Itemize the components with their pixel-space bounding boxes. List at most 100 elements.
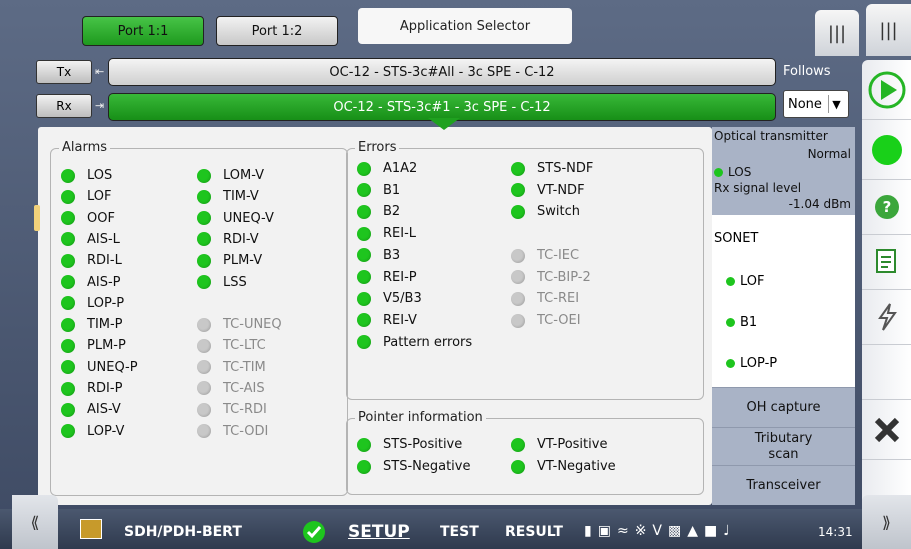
errors-group: Errors A1A2 B1 B2 REI-L B3 REI-P V5/B3 REI-V Pat…	[346, 140, 704, 400]
sonet-panel[interactable]: SONET LOF B1 LOP-P	[712, 215, 855, 387]
status-dot	[511, 204, 525, 219]
tab-result[interactable]: RESULT	[505, 524, 563, 540]
alarm-plm-p: PLM-P	[61, 338, 126, 353]
rx-button[interactable]: Rx	[36, 94, 92, 118]
status-dot	[511, 248, 525, 263]
menu-icon-2[interactable]: |||	[866, 4, 911, 56]
alarm-tc-odi: TC-ODI	[197, 424, 268, 439]
status-dot	[511, 161, 525, 176]
alarm-tim-p-label: TIM-P	[87, 317, 123, 333]
alarm-uneq-v-label: UNEQ-V	[223, 210, 274, 226]
status-dot	[511, 291, 525, 306]
application-selector-button[interactable]: Application Selector	[358, 8, 572, 44]
error-vt-ndf: VT-NDF	[511, 183, 585, 198]
close-button[interactable]	[862, 400, 911, 460]
scroll-left-button[interactable]: ⟪	[12, 495, 58, 549]
optical-transmitter-panel[interactable]: Optical transmitter Normal LOS Rx signal…	[712, 127, 855, 215]
status-dot	[61, 381, 75, 396]
tab-port-1-1[interactable]: Port 1:1	[82, 16, 204, 46]
status-dot	[357, 335, 371, 350]
pointer-sts-negative: STS-Negative	[357, 459, 470, 474]
status-dot	[357, 270, 371, 284]
alarm-ais-v-label: AIS-V	[87, 402, 121, 418]
tx-path-bar[interactable]: OC-12 - STS-3c#All - 3c SPE - C-12	[108, 58, 776, 86]
sonet-lop-p: LOP-P	[726, 356, 777, 371]
alarm-tc-ais: TC-AIS	[197, 381, 265, 396]
pointer-vt-positive-label: VT-Positive	[537, 437, 608, 452]
network-icon: ■	[704, 523, 718, 539]
pointer-vt-negative-label: VT-Negative	[537, 459, 616, 474]
tab-test[interactable]: TEST	[440, 524, 479, 540]
terminal-icon: ▩	[668, 523, 682, 539]
sonet-b1: B1	[726, 315, 757, 330]
status-dot	[61, 189, 75, 204]
error-rei-p-label: REI-P	[383, 269, 417, 285]
side-handle[interactable]	[34, 205, 40, 231]
alarms-group: Alarms LOS LOF OOF AIS-L RDI-L AIS-P LOP-P TIM-…	[50, 140, 348, 496]
error-pattern-errors-label: Pattern errors	[383, 334, 473, 350]
status-dot	[357, 437, 371, 452]
follows-select[interactable]: None ▼	[783, 90, 849, 118]
error-vt-ndf-label: VT-NDF	[537, 182, 585, 198]
report-button[interactable]	[862, 235, 911, 290]
error-tc-bip-2-label: TC-BIP-2	[537, 269, 591, 285]
status-dot	[61, 232, 75, 247]
alarm-tc-odi-label: TC-ODI	[223, 423, 269, 439]
alarm-lop-v: LOP-V	[61, 424, 124, 439]
error-tc-oei: TC-OEI	[511, 313, 581, 328]
status-dot	[61, 211, 75, 226]
status-dot	[511, 270, 525, 285]
pointer-sts-positive-label: STS-Positive	[383, 437, 463, 452]
speaker-icon: ♩	[723, 523, 730, 539]
alarm-tc-uneq: TC-UNEQ	[197, 317, 282, 332]
clock: 14:31	[818, 525, 853, 539]
error-inject-button[interactable]	[862, 290, 911, 345]
start-button[interactable]	[862, 60, 911, 120]
error-switch: Switch	[511, 204, 580, 219]
status-dot	[511, 437, 525, 452]
tx-button[interactable]: Tx	[36, 60, 92, 84]
alarm-lof-label: LOF	[87, 189, 112, 205]
alarm-ais-p: AIS-P	[61, 275, 121, 290]
alarm-uneq-p-label: UNEQ-P	[87, 359, 138, 375]
status-dot	[197, 253, 211, 268]
error-rei-l: REI-L	[357, 226, 416, 241]
oh-capture-button[interactable]: OH capture	[712, 387, 855, 427]
pointer-vt-positive: VT-Positive	[511, 437, 607, 452]
status-dot	[61, 360, 75, 375]
alarm-tc-tim-label: TC-TIM	[223, 359, 266, 375]
status-dot	[61, 168, 75, 183]
sonet-lof: LOF	[726, 274, 765, 289]
optical-los: LOS	[714, 165, 751, 179]
usb-icon: V	[652, 523, 662, 539]
status-icons: ▮ ▣ ≈ ※ V ▩ ▲ ■ ♩	[584, 522, 812, 540]
status-led	[862, 120, 911, 180]
alarm-lof: LOF	[61, 189, 112, 204]
report-icon	[875, 249, 896, 273]
transceiver-button[interactable]: Transceiver	[712, 465, 855, 505]
rx-path-bar[interactable]: OC-12 - STS-3c#1 - 3c SPE - C-12	[108, 93, 776, 121]
help-button[interactable]: ?	[862, 180, 911, 235]
tab-port-1-2[interactable]: Port 1:2	[216, 16, 338, 46]
error-b1: B1	[357, 183, 400, 198]
arrow-icon: ⇤	[95, 65, 105, 78]
alarm-rdi-p-label: RDI-P	[87, 381, 123, 396]
scroll-right-button[interactable]: ⟫	[862, 495, 911, 549]
alarm-plm-p-label: PLM-P	[87, 338, 126, 354]
error-v5-b3: V5/B3	[357, 291, 422, 306]
error-b2-label: B2	[383, 204, 401, 220]
status-dot	[61, 402, 75, 417]
menu-icon[interactable]: |||	[815, 10, 859, 56]
status-dot	[197, 381, 211, 396]
error-b3: B3	[357, 248, 400, 263]
app-name: SDH/PDH-BERT	[124, 524, 242, 540]
right-panel: Optical transmitter Normal LOS Rx signal…	[712, 127, 855, 505]
alarm-rdi-l-label: RDI-L	[87, 253, 122, 269]
tab-setup[interactable]: SETUP	[348, 522, 410, 542]
alarm-ais-l: AIS-L	[61, 232, 120, 247]
tributary-scan-button[interactable]: Tributary scan	[712, 427, 855, 465]
alarm-lom-v: LOM-V	[197, 168, 264, 183]
alarm-rdi-l: RDI-L	[61, 253, 122, 268]
status-dot	[357, 204, 371, 219]
status-dot	[357, 313, 371, 328]
